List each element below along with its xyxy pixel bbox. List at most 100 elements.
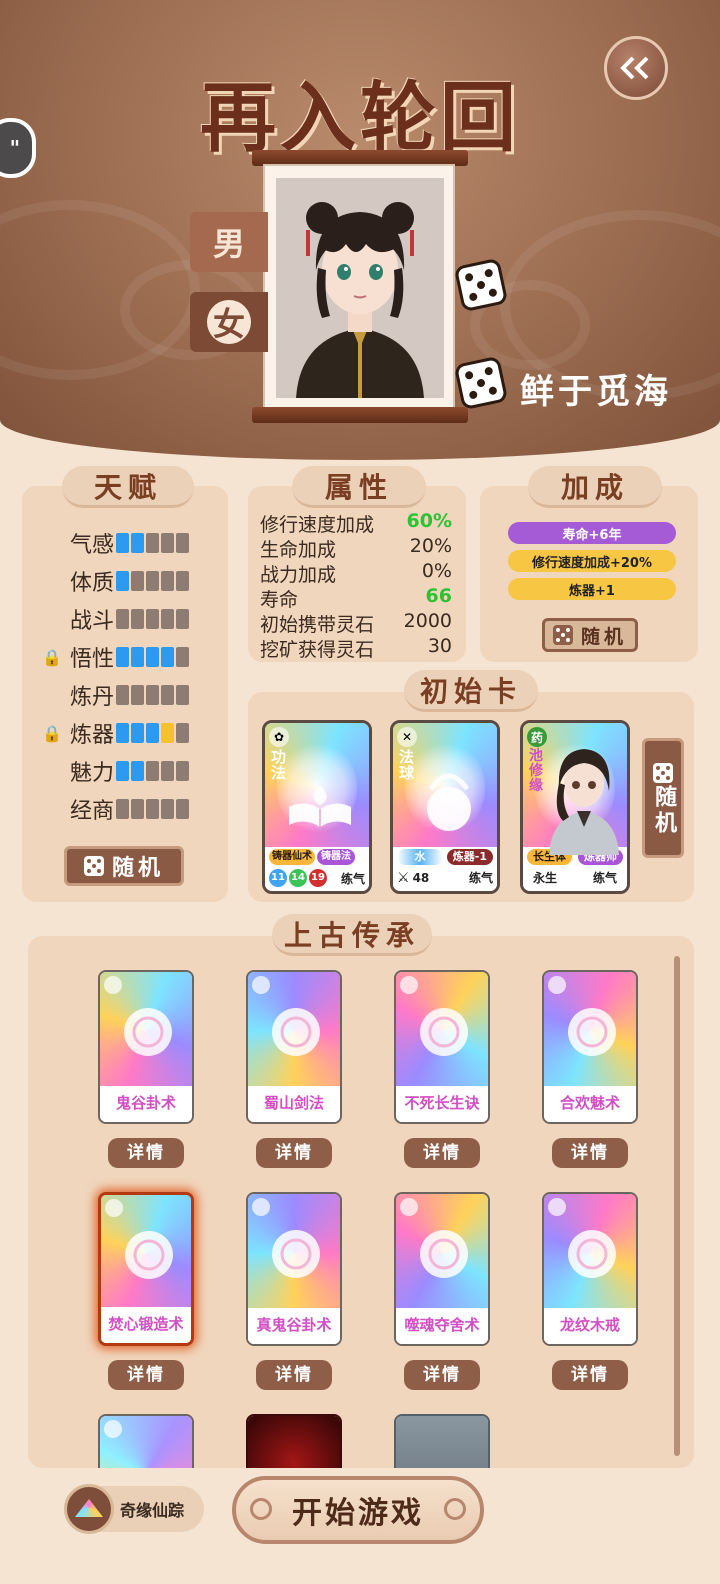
talent-level-bar [116,761,189,781]
card-type-icon [105,1199,123,1217]
talent-level-bar [116,647,189,667]
card-type-icon [400,976,418,994]
card-type-icon [104,976,122,994]
attribute-value: 2000 [403,610,452,632]
character-name[interactable]: 鲜于觅海 [520,364,672,413]
talent-row: 经商 [42,794,189,824]
attribute-row: 初始携带灵石 2000 [260,610,452,637]
legacy-scrollbar[interactable] [674,956,680,1456]
detail-button[interactable]: 详情 [404,1138,480,1168]
talent-row: 战斗 [42,604,189,634]
talent-pip [146,609,159,629]
talent-pip [146,571,159,591]
talent-pip [146,761,159,781]
lock-icon[interactable]: 🔒 [42,724,62,743]
talent-pip [131,609,144,629]
legacy-card-partial[interactable] [394,1414,490,1468]
gender-female-button[interactable]: 女 [190,292,268,352]
detail-button[interactable]: 详情 [552,1360,628,1390]
orb-category-icon: ✕ [397,727,417,747]
stat-number: 14 [289,869,307,887]
legacy-card[interactable]: 蜀山剑法 [246,970,342,1124]
card-tag: 水 [397,849,443,865]
legacy-card-partial[interactable] [98,1414,194,1468]
talent-pip [146,799,159,819]
back-button[interactable] [604,36,668,100]
decor-swirl-icon [444,1498,466,1520]
attribute-name: 挖矿获得灵石 [260,639,375,661]
side-chat-tab[interactable]: " [0,118,36,178]
legacy-card[interactable]: 焚心锻造术 [98,1192,194,1346]
attribute-name: 战力加成 [260,564,337,586]
scroll-rod-bottom [252,407,468,423]
legacy-card[interactable]: 噬魂夺舍术 [394,1192,490,1346]
gender-female-label: 女 [207,300,251,344]
talent-row: 🔒 炼器 [42,718,189,748]
legacy-card[interactable]: 真鬼谷卦术 [246,1192,342,1346]
attribute-row: 挖矿获得灵石 30 [260,635,452,662]
legacy-emblem-icon [272,1230,320,1278]
talent-pip [116,685,129,705]
talent-random-button[interactable]: 随机 [64,846,184,886]
talent-pip [176,685,189,705]
legacy-panel: 鬼谷卦术 详情 蜀山剑法 详情 不死长生诀 详情 合欢魅术 详情 焚心锻造术 详情 真鬼谷卦术 详情噬… [28,936,694,1468]
legacy-card[interactable]: 龙纹木戒 [542,1192,638,1346]
randomize-name-dice-icon[interactable] [453,355,509,411]
attribute-name: 寿命 [260,589,299,611]
talent-pip [161,533,174,553]
card-tag: 炼器-1 [446,849,493,865]
initial-card-companion[interactable]: 药 池修缘 长生体 炼器师 永生 练气 [520,720,630,894]
character-portrait [276,178,444,398]
talent-name: 体质 [69,571,114,596]
legacy-emblem-icon [125,1231,173,1279]
talent-pip [146,685,159,705]
talent-title: 天赋 [62,466,194,508]
bonus-random-button[interactable]: 随机 [542,618,638,652]
legacy-card-partial[interactable] [246,1414,342,1468]
orb-icon [427,773,471,831]
talent-row: 体质 [42,566,189,596]
detail-button[interactable]: 详情 [552,1138,628,1168]
talent-pip [116,533,129,553]
talent-pip [116,571,129,591]
stat-number: 19 [309,869,327,887]
talent-name: 炼丹 [69,685,114,710]
bonus-random-label: 随机 [580,625,627,648]
initial-card-orb[interactable]: ✕ 法球 水 炼器-1 ⚔ 48 练气 [390,720,500,894]
talent-name: 炼器 [69,723,114,748]
talent-level-bar [116,571,189,591]
detail-button[interactable]: 详情 [256,1138,332,1168]
legacy-card[interactable]: 不死长生诀 [394,970,490,1124]
randomize-appearance-dice-icon[interactable] [453,257,509,313]
attribute-name: 初始携带灵石 [260,614,375,636]
legacy-emblem-icon [420,1230,468,1278]
detail-button[interactable]: 详情 [404,1360,480,1390]
legacy-title: 上古传承 [272,914,432,956]
qiyuan-button[interactable]: 奇缘仙踪 [64,1484,204,1534]
detail-button[interactable]: 详情 [108,1138,184,1168]
start-game-button[interactable]: 开始游戏 [232,1476,484,1544]
bonus-panel: 寿命+6年 修行速度加成+20% 炼器+1 随机 [480,486,698,662]
legacy-name: 龙纹木戒 [544,1308,636,1344]
initial-cards-random-button[interactable]: 随机 [642,738,684,858]
talent-pip [161,761,174,781]
bonus-pill: 寿命+6年 [508,522,676,544]
talent-level-bar [116,685,189,705]
lock-icon[interactable]: 🔒 [42,648,62,667]
legacy-card[interactable]: 鬼谷卦术 [98,970,194,1124]
talent-level-bar [116,609,189,629]
detail-button[interactable]: 详情 [256,1360,332,1390]
talent-pip [146,647,159,667]
legacy-name: 蜀山剑法 [248,1086,340,1122]
talent-pip [146,533,159,553]
gender-male-button[interactable]: 男 [190,212,268,272]
legacy-card[interactable]: 合欢魅术 [542,970,638,1124]
card-power: 48 [412,870,430,885]
bonus-pill: 炼器+1 [508,578,676,600]
attribute-value: 30 [427,635,452,657]
card-realm: 练气 [340,871,365,886]
card-type-icon [252,1198,270,1216]
detail-button[interactable]: 详情 [108,1360,184,1390]
initial-card-technique[interactable]: ✿ 功法 铸器仙术 铸器法 11 14 19 练气 [262,720,372,894]
attribute-value: 60% [406,510,452,532]
